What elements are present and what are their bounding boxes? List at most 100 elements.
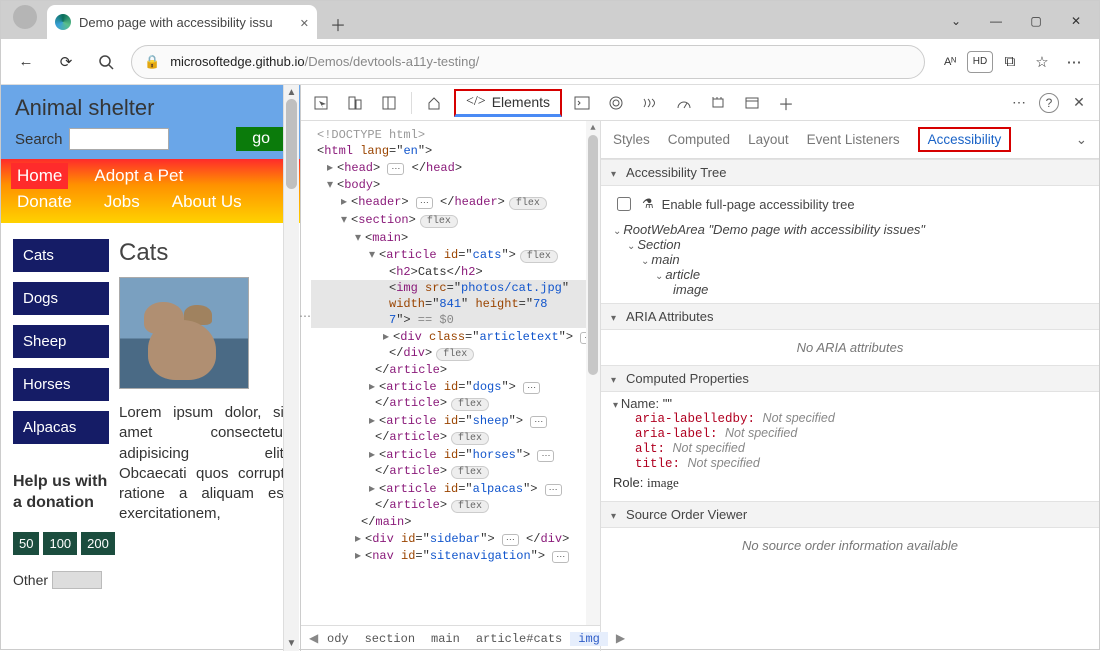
- dom-html[interactable]: <html lang="en">: [311, 143, 596, 159]
- refresh-button[interactable]: ⟳: [51, 47, 81, 77]
- dom-section[interactable]: ▾<section>flex: [311, 211, 596, 229]
- browser-tab[interactable]: Demo page with accessibility issu: [47, 5, 317, 39]
- category-dogs[interactable]: Dogs: [13, 282, 109, 315]
- category-sheep[interactable]: Sheep: [13, 325, 109, 358]
- window-minimize-icon[interactable]: —: [977, 7, 1015, 35]
- dom-sitenav[interactable]: ▸<nav id="sitenavigation"> ⋯: [311, 547, 596, 564]
- dom-article-cats[interactable]: ▾<article id="cats">flex: [311, 246, 596, 264]
- scroll-up-icon[interactable]: ▲: [284, 87, 299, 98]
- plus-icon[interactable]: ＋: [772, 91, 800, 115]
- dom-img-line3[interactable]: 7"> == $0: [311, 312, 596, 328]
- dom-sidebar[interactable]: ▸<div id="sidebar"> ⋯ </div>: [311, 530, 596, 547]
- go-button[interactable]: go: [236, 127, 286, 151]
- tab-styles[interactable]: Styles: [613, 132, 650, 147]
- profile-avatar[interactable]: [13, 5, 37, 29]
- window-dropdown-icon[interactable]: ⌄: [937, 7, 975, 35]
- category-cats[interactable]: Cats: [13, 239, 109, 272]
- viewport-scrollbar[interactable]: ▲ ▼: [283, 85, 299, 651]
- dom-head[interactable]: ▸<head> ⋯ </head>: [311, 159, 596, 176]
- sources-icon[interactable]: [602, 91, 630, 115]
- scroll-down-icon[interactable]: ▼: [284, 638, 299, 649]
- tab-computed[interactable]: Computed: [668, 132, 730, 147]
- window-close-icon[interactable]: ✕: [1057, 7, 1095, 35]
- welcome-icon[interactable]: [420, 91, 448, 115]
- favorite-star-icon[interactable]: ☆: [1027, 47, 1057, 77]
- devtools-close-icon[interactable]: ✕: [1065, 91, 1093, 115]
- side-tabs-more-icon[interactable]: ⌄: [1076, 132, 1087, 148]
- nav-donate[interactable]: Donate: [11, 189, 78, 215]
- window-maximize-icon[interactable]: ▢: [1017, 7, 1055, 35]
- enable-fullpage-checkbox[interactable]: [617, 197, 631, 211]
- app-icon[interactable]: [738, 91, 766, 115]
- dom-main[interactable]: ▾<main>: [311, 229, 596, 246]
- dom-img-line2[interactable]: width="841" height="78: [311, 296, 596, 312]
- devtools-more-icon[interactable]: ⋯: [1005, 91, 1033, 115]
- dom-body[interactable]: ▾<body>: [311, 176, 596, 193]
- crumb-section[interactable]: section: [357, 632, 423, 646]
- tab-elements[interactable]: </> Elements: [454, 89, 562, 117]
- dom-article-horses-close[interactable]: </article>flex: [311, 463, 596, 480]
- donate-50[interactable]: 50: [13, 532, 39, 555]
- dom-header[interactable]: ▸<header> ⋯ </header>flex: [311, 193, 596, 211]
- performance-icon[interactable]: [670, 91, 698, 115]
- dom-article-horses[interactable]: ▸<article id="horses"> ⋯: [311, 446, 596, 463]
- section-computed[interactable]: Computed Properties: [601, 365, 1099, 392]
- device-icon[interactable]: [341, 91, 369, 115]
- dom-scroll-up-icon[interactable]: ▲: [586, 121, 600, 133]
- crumb-prev-icon[interactable]: ◀: [301, 631, 319, 646]
- hd-icon[interactable]: HD: [967, 51, 993, 73]
- new-tab-button[interactable]: ＋: [323, 9, 353, 39]
- nav-adopt[interactable]: Adopt a Pet: [88, 163, 189, 189]
- crumb-body[interactable]: ody: [319, 632, 357, 646]
- dom-article-alpacas[interactable]: ▸<article id="alpacas"> ⋯: [311, 480, 596, 497]
- tab-layout[interactable]: Layout: [748, 132, 789, 147]
- dom-article-dogs[interactable]: ▸<article id="dogs"> ⋯: [311, 378, 596, 395]
- section-source-order[interactable]: Source Order Viewer: [601, 501, 1099, 528]
- devtools-help-icon[interactable]: ?: [1039, 93, 1059, 113]
- donate-200[interactable]: 200: [81, 532, 115, 555]
- dom-scroll-thumb[interactable]: [588, 135, 598, 375]
- computed-name[interactable]: ▾ Name: "": [613, 396, 1087, 411]
- toolbar-more-icon[interactable]: ⋯: [1059, 47, 1089, 77]
- collections-icon[interactable]: ⧉: [995, 47, 1025, 77]
- inspect-icon[interactable]: [307, 91, 335, 115]
- address-bar[interactable]: 🔒 microsoftedge.github.io/Demos/devtools…: [131, 45, 925, 79]
- dom-articletext-close[interactable]: </div>flex: [311, 345, 596, 362]
- search-input[interactable]: [69, 128, 169, 150]
- network-icon[interactable]: [636, 91, 664, 115]
- memory-icon[interactable]: [704, 91, 732, 115]
- dom-gutter-icon[interactable]: ⋯: [299, 309, 311, 324]
- nav-about[interactable]: About Us: [166, 189, 248, 215]
- category-alpacas[interactable]: Alpacas: [13, 411, 109, 444]
- dom-article-dogs-close[interactable]: </article>flex: [311, 395, 596, 412]
- dom-scrollbar[interactable]: ▲: [586, 121, 600, 625]
- tab-close-icon[interactable]: [290, 15, 309, 30]
- section-aria[interactable]: ARIA Attributes: [601, 303, 1099, 330]
- dom-articletext[interactable]: ▸<div class="articletext"> ⋯: [311, 328, 596, 345]
- dom-article-sheep[interactable]: ▸<article id="sheep"> ⋯: [311, 412, 596, 429]
- crumb-main[interactable]: main: [423, 632, 468, 646]
- dom-article-cats-close[interactable]: </article>: [311, 362, 596, 378]
- tab-event-listeners[interactable]: Event Listeners: [807, 132, 900, 147]
- search-button[interactable]: [91, 47, 121, 77]
- donate-other-input[interactable]: [52, 571, 102, 589]
- dom-h2[interactable]: <h2>Cats</h2>: [311, 264, 596, 280]
- tab-accessibility[interactable]: Accessibility: [918, 127, 1012, 152]
- dom-article-alpacas-close[interactable]: </article>flex: [311, 497, 596, 514]
- crumb-article[interactable]: article#cats: [468, 632, 570, 646]
- dom-doctype[interactable]: <!DOCTYPE html>: [311, 127, 596, 143]
- dom-img-selected[interactable]: <img src="photos/cat.jpg": [311, 280, 596, 296]
- console-icon[interactable]: [568, 91, 596, 115]
- panel-icon[interactable]: [375, 91, 403, 115]
- back-button[interactable]: ←: [11, 47, 41, 77]
- section-a11y-tree[interactable]: Accessibility Tree: [601, 159, 1099, 186]
- crumb-next-icon[interactable]: ▶: [608, 631, 626, 646]
- read-aloud-icon[interactable]: Aᴺ: [935, 47, 965, 77]
- dom-article-sheep-close[interactable]: </article>flex: [311, 429, 596, 446]
- crumb-img[interactable]: img: [570, 632, 608, 646]
- scroll-thumb[interactable]: [286, 99, 297, 189]
- nav-jobs[interactable]: Jobs: [98, 189, 146, 215]
- donate-100[interactable]: 100: [43, 532, 77, 555]
- dom-main-close[interactable]: </main>: [311, 514, 596, 530]
- nav-home[interactable]: Home: [11, 163, 68, 189]
